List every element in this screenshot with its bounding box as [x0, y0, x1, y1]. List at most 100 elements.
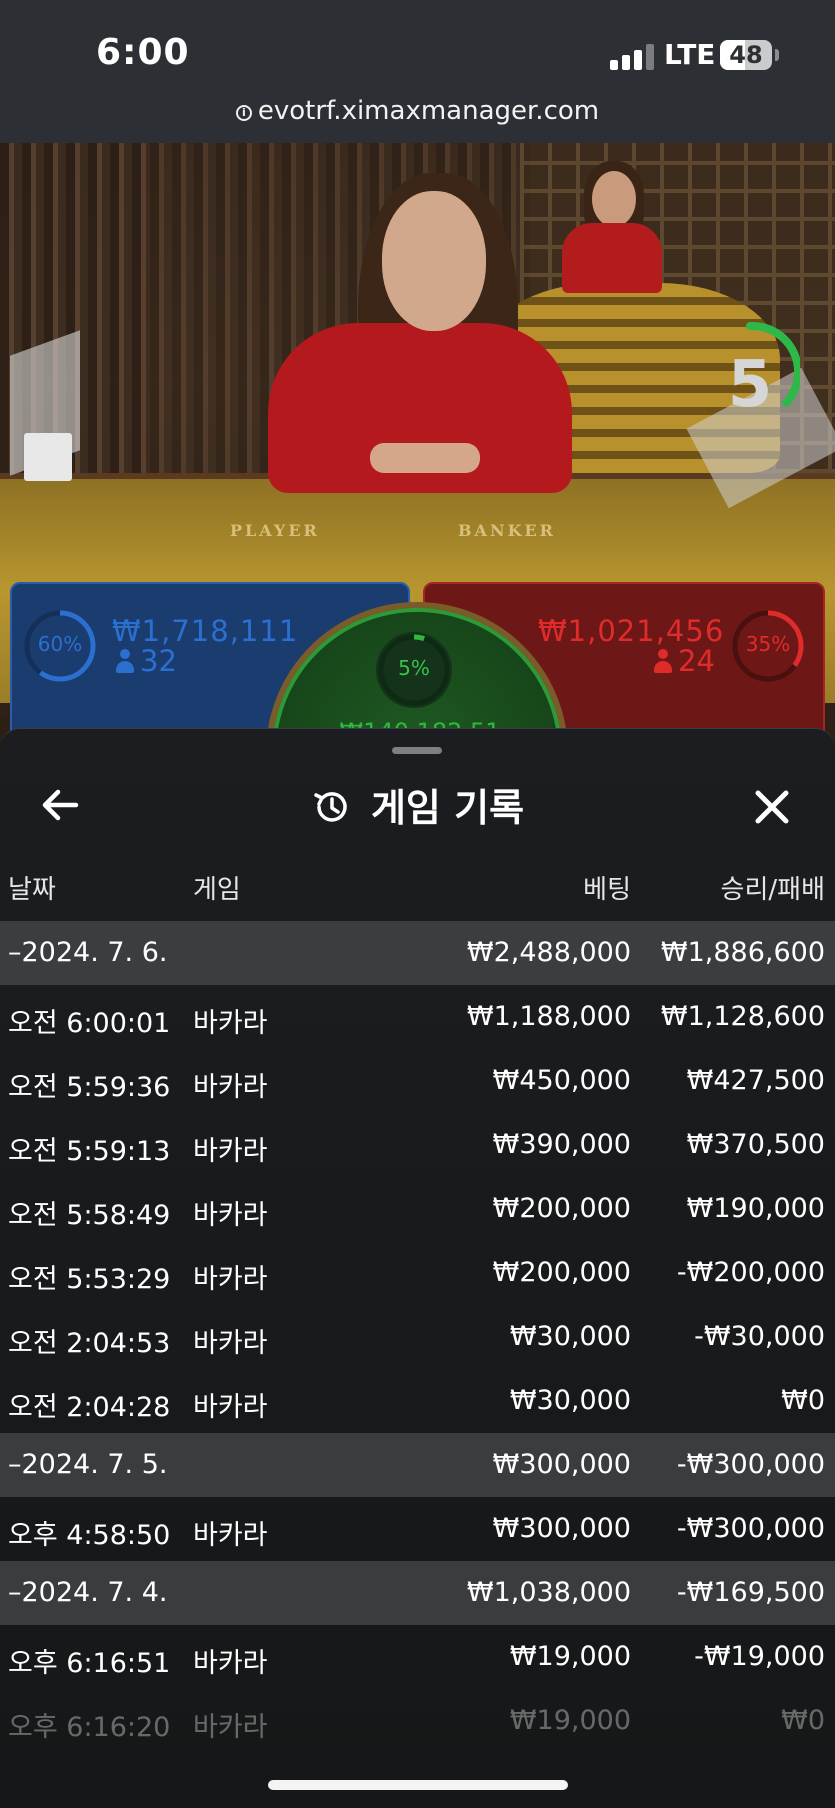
row-bet: ₩1,038,000: [466, 1577, 631, 1608]
status-bar: 6:00 LTE 48 i evotrf.ximaxmanager.com: [0, 0, 835, 143]
row-result: -₩169,500: [676, 1577, 825, 1608]
banker-amount: ₩1,021,456: [538, 614, 725, 648]
column-result: 승리/패배: [720, 875, 825, 905]
row-result: ₩427,500: [686, 1065, 825, 1096]
row-game: 바카라: [193, 1200, 268, 1231]
player-count: 32: [116, 644, 177, 678]
row-game: 바카라: [193, 1328, 268, 1359]
row-bet: ₩1,188,000: [466, 1001, 631, 1032]
date-group-row: –2024. 7. 5. ₩300,000 -₩300,000: [0, 1433, 835, 1497]
countdown-timer: 5: [700, 318, 803, 428]
felt-banker-label: BANKER: [458, 521, 556, 540]
info-icon: i: [235, 105, 252, 121]
row-game: 바카라: [193, 1072, 268, 1103]
table-row[interactable]: 오전 5:59:36 바카라 ₩450,000 ₩427,500: [0, 1049, 835, 1113]
row-date: –2024. 7. 4.: [8, 1577, 168, 1608]
column-bet: 베팅: [583, 875, 631, 905]
row-result: -₩300,000: [676, 1513, 825, 1544]
row-result: -₩200,000: [676, 1257, 825, 1288]
table-row[interactable]: 오전 2:04:53 바카라 ₩30,000 -₩30,000: [0, 1305, 835, 1369]
row-game: 바카라: [193, 1520, 268, 1551]
row-game: 바카라: [193, 1008, 268, 1039]
row-date: 오전 5:53:29: [8, 1264, 171, 1295]
network-label: LTE: [664, 38, 716, 71]
felt-player-label: PLAYER: [230, 521, 320, 540]
person-icon: [654, 649, 672, 673]
person-icon: [116, 649, 134, 673]
row-date: 오전 5:58:49: [8, 1200, 171, 1231]
sheet-title-text: 게임 기록: [370, 786, 525, 830]
table-row[interactable]: 오후 6:16:51 바카라 ₩19,000 -₩19,000: [0, 1625, 835, 1689]
battery-tip: [775, 49, 779, 61]
row-bet: ₩450,000: [492, 1065, 631, 1096]
row-result: -₩19,000: [694, 1641, 825, 1672]
row-result: -₩30,000: [694, 1321, 825, 1352]
row-game: 바카라: [193, 1648, 268, 1679]
player-percent-ring: 60%: [22, 608, 98, 684]
banker-count: 24: [654, 644, 715, 678]
row-date: 오전 2:04:53: [8, 1328, 171, 1359]
close-button[interactable]: [744, 779, 800, 835]
sheet-grabber[interactable]: [392, 747, 442, 754]
player-percent: 60%: [37, 632, 83, 656]
row-date: 오후 6:16:51: [8, 1648, 171, 1679]
date-group-row: –2024. 7. 6. ₩2,488,000 ₩1,886,600: [0, 921, 835, 985]
game-history-sheet: 게임 기록 날짜 게임 베팅 승리/패배 –2024. 7. 6. ₩2,488,…: [0, 728, 835, 1808]
row-date: –2024. 7. 6.: [8, 937, 168, 968]
column-game: 게임: [193, 875, 241, 905]
table-row[interactable]: 오전 2:04:28 바카라 ₩30,000 ₩0: [0, 1369, 835, 1433]
row-result: ₩370,500: [686, 1129, 825, 1160]
row-bet: ₩2,488,000: [466, 937, 631, 968]
row-date: 오후 4:58:50: [8, 1520, 171, 1551]
row-date: 오전 5:59:36: [8, 1072, 171, 1103]
row-bet: ₩30,000: [509, 1321, 631, 1352]
signal-icon: [610, 44, 654, 70]
row-bet: ₩300,000: [492, 1513, 631, 1544]
countdown-value: 5: [727, 348, 773, 422]
card-stack: [24, 433, 72, 481]
table-row[interactable]: 오후 4:58:50 바카라 ₩300,000 -₩300,000: [0, 1497, 835, 1561]
row-bet: ₩19,000: [509, 1705, 631, 1736]
row-result: ₩0: [781, 1385, 825, 1416]
row-date: 오전 5:59:13: [8, 1136, 171, 1167]
row-bet: ₩200,000: [492, 1193, 631, 1224]
row-result: ₩1,886,600: [660, 937, 825, 968]
history-icon: [314, 792, 347, 822]
row-bet: ₩30,000: [509, 1385, 631, 1416]
row-bet: ₩390,000: [492, 1129, 631, 1160]
row-result: ₩190,000: [686, 1193, 825, 1224]
background-dealer: [592, 171, 636, 227]
battery-icon: 48: [720, 40, 772, 70]
row-date: 오전 2:04:28: [8, 1392, 171, 1423]
table-row[interactable]: 오전 5:53:29 바카라 ₩200,000 -₩200,000: [0, 1241, 835, 1305]
row-bet: ₩300,000: [492, 1449, 631, 1480]
tie-percent: 5%: [398, 656, 430, 680]
table-row[interactable]: 오전 6:00:01 바카라 ₩1,188,000 ₩1,128,600: [0, 985, 835, 1049]
row-game: 바카라: [193, 1712, 268, 1743]
url-bar[interactable]: i evotrf.ximaxmanager.com: [0, 96, 835, 126]
status-time: 6:00: [96, 32, 190, 73]
table-row[interactable]: 오전 5:59:13 바카라 ₩390,000 ₩370,500: [0, 1113, 835, 1177]
row-date: 오후 6:16:20: [8, 1712, 171, 1743]
column-date: 날짜: [8, 875, 56, 905]
url-text: evotrf.ximaxmanager.com: [257, 96, 600, 126]
bet-panels: 60% ₩1,718,111 32 35% ₩1,021,456 24 5% ₩…: [0, 578, 835, 898]
battery-level: 48: [729, 41, 763, 69]
home-indicator[interactable]: [268, 1780, 568, 1790]
history-table-header: 날짜 게임 베팅 승리/패배: [0, 869, 835, 917]
table-row[interactable]: 오후 6:16:20 바카라 ₩19,000 ₩0: [0, 1689, 835, 1753]
row-bet: ₩200,000: [492, 1257, 631, 1288]
history-table-body: –2024. 7. 6. ₩2,488,000 ₩1,886,600 오전 6:00:…: [0, 921, 835, 1753]
banker-percent: 35%: [745, 632, 791, 656]
row-bet: ₩19,000: [509, 1641, 631, 1672]
row-game: 바카라: [193, 1392, 268, 1423]
table-row[interactable]: 오전 5:58:49 바카라 ₩200,000 ₩190,000: [0, 1177, 835, 1241]
close-icon: [755, 790, 789, 824]
player-amount: ₩1,718,111: [112, 614, 299, 648]
row-game: 바카라: [193, 1136, 268, 1167]
row-result: ₩1,128,600: [660, 1001, 825, 1032]
row-date: 오전 6:00:01: [8, 1008, 171, 1039]
row-result: -₩300,000: [676, 1449, 825, 1480]
row-game: 바카라: [193, 1264, 268, 1295]
sheet-title: 게임 기록: [0, 777, 835, 832]
